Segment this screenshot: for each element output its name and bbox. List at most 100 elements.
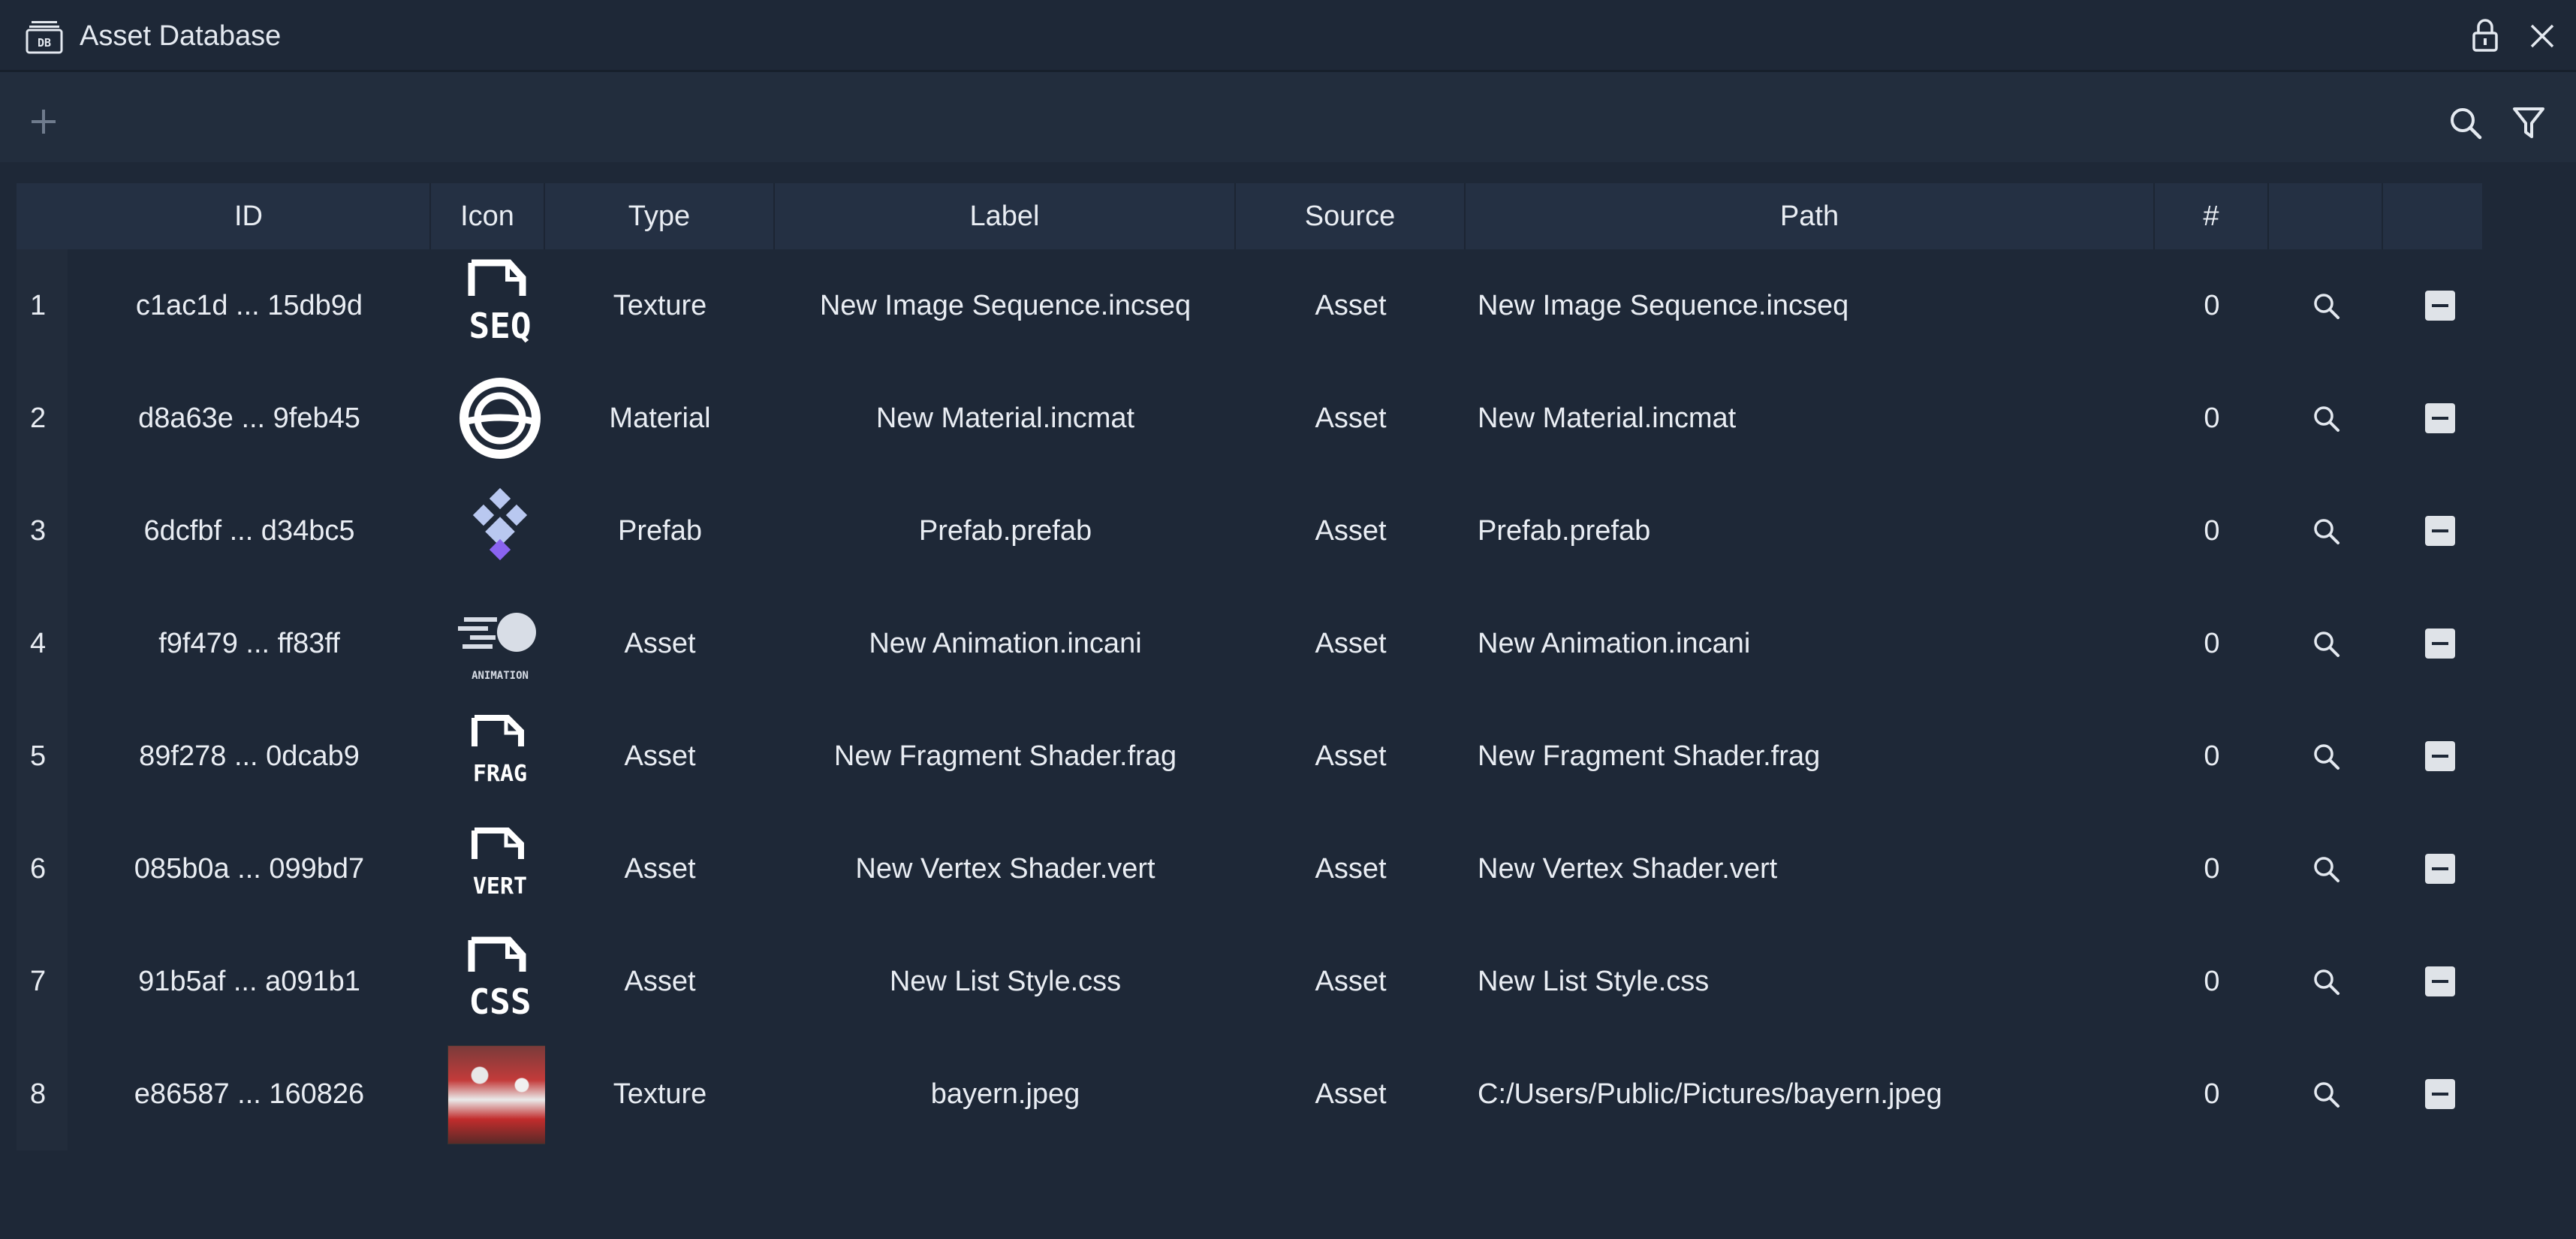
cell-type: Asset xyxy=(624,966,696,997)
row-number: 2 xyxy=(17,362,68,475)
minus-square-icon[interactable] xyxy=(2425,516,2455,546)
row-number: 3 xyxy=(17,475,68,587)
column-header-label[interactable]: Label xyxy=(775,183,1236,249)
cell-path: Prefab.prefab xyxy=(1478,515,1651,547)
table-row[interactable]: 6 085b0a ... 099bd7 VERT Asset New Verte… xyxy=(17,812,2482,925)
cell-id: f9f479 ... ff83ff xyxy=(158,628,340,659)
plus-icon[interactable] xyxy=(29,107,59,137)
lock-icon[interactable] xyxy=(2472,18,2499,53)
minus-square-icon[interactable] xyxy=(2425,291,2455,321)
row-number: 8 xyxy=(17,1038,68,1150)
cell-type: Asset xyxy=(624,740,696,772)
cell-source: Asset xyxy=(1315,515,1387,547)
cell-type: Asset xyxy=(624,853,696,885)
cell-type: Texture xyxy=(613,1078,707,1110)
cell-source: Asset xyxy=(1315,966,1387,997)
minus-square-icon[interactable] xyxy=(2425,966,2455,996)
search-icon[interactable] xyxy=(2311,741,2341,771)
cell-label: Prefab.prefab xyxy=(918,515,1092,547)
cell-icon xyxy=(431,1038,545,1150)
row-number: 6 xyxy=(17,812,68,925)
table-row[interactable]: 3 6dcfbf ... d34bc5 Prefab Prefab.prefab… xyxy=(17,475,2482,587)
cell-path: New Image Sequence.incseq xyxy=(1478,290,1849,321)
cell-label: New Vertex Shader.vert xyxy=(855,853,1155,885)
table-row[interactable]: 5 89f278 ... 0dcab9 FRAG Asset New Fragm… xyxy=(17,700,2482,812)
row-number: 5 xyxy=(17,700,68,812)
title-bar: DB Asset Database xyxy=(0,0,2576,72)
vert-file-icon: VERT xyxy=(472,828,527,900)
cell-source: Asset xyxy=(1315,740,1387,772)
cell-source: Asset xyxy=(1315,853,1387,885)
cell-id: 89f278 ... 0dcab9 xyxy=(139,740,360,772)
minus-square-icon[interactable] xyxy=(2425,403,2455,433)
cell-count: 0 xyxy=(2204,628,2220,659)
cell-path: New Animation.incani xyxy=(1478,628,1751,659)
search-icon[interactable] xyxy=(2311,854,2341,884)
cell-type: Prefab xyxy=(618,515,702,547)
asset-database-window: DB Asset Database ID Icon Type Label Sou… xyxy=(0,0,2576,1239)
cell-label: New Fragment Shader.frag xyxy=(833,740,1177,772)
css-file-icon: CSS xyxy=(468,936,532,1022)
toolbar xyxy=(0,72,2576,162)
cell-icon: ANIMATION xyxy=(431,587,545,700)
search-icon[interactable] xyxy=(2448,105,2484,141)
search-icon[interactable] xyxy=(2311,966,2341,996)
search-icon[interactable] xyxy=(2311,516,2341,546)
material-icon xyxy=(459,378,541,459)
window-title: Asset Database xyxy=(80,20,282,52)
cell-path: New List Style.css xyxy=(1478,966,1710,997)
cell-source: Asset xyxy=(1315,402,1387,434)
minus-square-icon[interactable] xyxy=(2425,1079,2455,1109)
table-row[interactable]: 2 d8a63e ... 9feb45 Material New Materia… xyxy=(17,362,2482,475)
table-row[interactable]: 4 f9f479 ... ff83ff ANIMATION Asset New … xyxy=(17,587,2482,700)
animation-label: ANIMATION xyxy=(472,670,529,682)
cell-id: 6dcfbf ... d34bc5 xyxy=(143,515,355,547)
cell-type: Asset xyxy=(624,628,696,659)
filter-icon[interactable] xyxy=(2512,105,2545,141)
cell-path: C:/Users/Public/Pictures/bayern.jpeg xyxy=(1478,1078,1942,1110)
search-icon[interactable] xyxy=(2311,291,2341,321)
column-header-icon[interactable]: Icon xyxy=(431,183,545,249)
vert-label: VERT xyxy=(473,873,527,900)
column-header-source[interactable]: Source xyxy=(1236,183,1466,249)
cell-path: New Material.incmat xyxy=(1478,402,1737,434)
minus-square-icon[interactable] xyxy=(2425,854,2455,884)
table-header: ID Icon Type Label Source Path # xyxy=(17,183,2482,249)
table-row[interactable]: 7 91b5af ... a091b1 CSS Asset New List S… xyxy=(17,925,2482,1038)
table-row[interactable]: 8 e86587 ... 160826 Texture bayern.jpeg … xyxy=(17,1038,2482,1150)
search-icon[interactable] xyxy=(2311,1079,2341,1109)
cell-source: Asset xyxy=(1315,628,1387,659)
prefab-icon xyxy=(472,487,528,561)
cell-icon: CSS xyxy=(431,925,545,1038)
column-header-count[interactable]: # xyxy=(2155,183,2269,249)
row-number: 1 xyxy=(17,249,68,362)
cell-icon: FRAG xyxy=(431,700,545,812)
database-icon: DB xyxy=(26,21,63,54)
search-icon[interactable] xyxy=(2311,403,2341,433)
seq-label: SEQ xyxy=(469,306,531,346)
cell-source: Asset xyxy=(1315,1078,1387,1110)
cell-count: 0 xyxy=(2204,1078,2220,1110)
search-icon[interactable] xyxy=(2311,629,2341,659)
cell-icon xyxy=(431,362,545,475)
cell-label: bayern.jpeg xyxy=(930,1078,1080,1110)
cell-id: c1ac1d ... 15db9d xyxy=(135,290,363,321)
cell-label: New Animation.incani xyxy=(869,628,1142,659)
column-header-id[interactable]: ID xyxy=(68,183,431,249)
cell-icon: SEQ xyxy=(431,249,545,362)
minus-square-icon[interactable] xyxy=(2425,629,2455,659)
close-icon[interactable] xyxy=(2527,21,2557,51)
frag-label: FRAG xyxy=(473,761,527,787)
table-row[interactable]: 1 c1ac1d ... 15db9d SEQ Texture New Imag… xyxy=(17,249,2482,362)
cell-type: Texture xyxy=(613,290,707,321)
svg-text:DB: DB xyxy=(38,36,51,50)
column-header-path[interactable]: Path xyxy=(1466,183,2155,249)
cell-label: New Image Sequence.incseq xyxy=(819,290,1192,321)
cell-label: New List Style.css xyxy=(889,966,1122,997)
cell-path: New Vertex Shader.vert xyxy=(1478,853,1778,885)
cell-label: New Material.incmat xyxy=(875,402,1135,434)
css-label: CSS xyxy=(469,981,531,1022)
minus-square-icon[interactable] xyxy=(2425,741,2455,771)
column-header-type[interactable]: Type xyxy=(545,183,775,249)
cell-icon xyxy=(431,475,545,587)
